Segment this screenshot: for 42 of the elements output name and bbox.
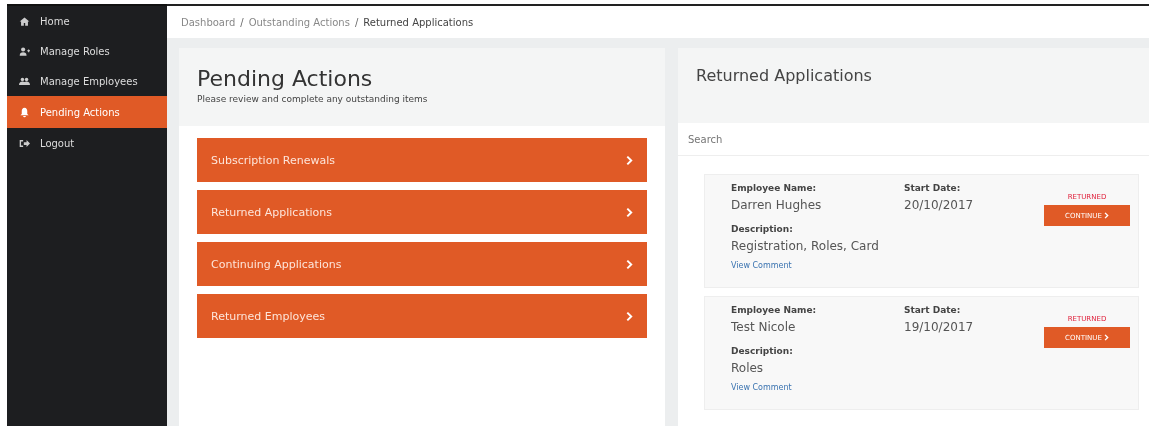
description-text: Roles: [731, 361, 765, 375]
breadcrumb-link[interactable]: Outstanding Actions: [248, 16, 350, 28]
breadcrumb-separator: /: [240, 16, 244, 28]
breadcrumb-link[interactable]: Dashboard: [181, 16, 236, 28]
field-label: Employee Name:: [731, 305, 818, 315]
breadcrumb-separator: /: [354, 16, 359, 28]
field-label: Start Date:: [904, 183, 962, 193]
employee-name: Test Nicole: [731, 320, 797, 334]
chevron-right-icon: [626, 154, 633, 166]
sidebar-item[interactable]: Manage Employees: [7, 66, 167, 96]
users-icon: [19, 75, 30, 87]
field-label: Description:: [731, 224, 794, 234]
home-icon: [19, 15, 30, 27]
user-plus-icon: [19, 45, 30, 57]
sidebar-item[interactable]: Logout: [7, 128, 167, 158]
field-label: Description:: [731, 346, 794, 356]
view-comment-link[interactable]: View Comment: [731, 383, 792, 392]
bell-icon: [19, 106, 30, 118]
chevron-right-icon: [1103, 334, 1109, 341]
panel-subtitle: Please review and complete any outstanding items: [197, 94, 429, 104]
breadcrumb-link[interactable]: Returned Applications: [363, 16, 474, 28]
panel-title: Pending Actions: [197, 66, 374, 91]
action-button[interactable]: Returned Applications: [197, 190, 647, 234]
sidebar-item[interactable]: Home: [7, 6, 167, 36]
chevron-right-icon: [626, 206, 633, 218]
start-date: 20/10/2017: [904, 198, 975, 212]
field-label: Employee Name:: [731, 183, 818, 193]
sidebar-item[interactable]: Manage Roles: [7, 36, 167, 66]
description-text: Registration, Roles, Card: [731, 239, 880, 253]
view-comment-link[interactable]: View Comment: [731, 261, 792, 270]
action-button[interactable]: Returned Employees: [197, 294, 647, 338]
chevron-right-icon: [1103, 212, 1109, 219]
employee-name: Darren Hughes: [731, 198, 823, 212]
logout-icon: [19, 137, 30, 149]
field-label: Start Date:: [904, 305, 962, 315]
chevron-right-icon: [626, 258, 633, 270]
start-date: 19/10/2017: [904, 320, 975, 334]
sidebar-item[interactable]: Pending Actions: [7, 96, 167, 128]
action-button[interactable]: Subscription Renewals: [197, 138, 647, 182]
chevron-right-icon: [626, 310, 633, 322]
action-button[interactable]: Continuing Applications: [197, 242, 647, 286]
panel-title: Returned Applications: [696, 66, 873, 85]
